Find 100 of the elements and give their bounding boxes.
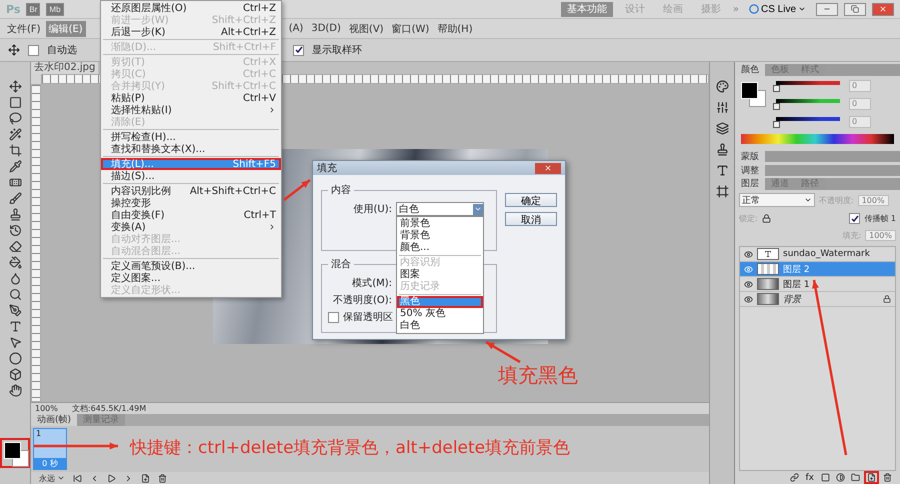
- lock-icon[interactable]: [762, 214, 771, 223]
- panel-tab[interactable]: 图层: [735, 178, 765, 190]
- menu-item[interactable]: 视图(V): [346, 20, 387, 36]
- app-launcher-button[interactable]: Mb: [46, 2, 64, 16]
- menu-item[interactable]: 拼写检查(H)...: [101, 131, 281, 143]
- color-slider[interactable]: [773, 80, 843, 92]
- menu-item[interactable]: 帮助(H): [434, 20, 476, 36]
- dialog-button[interactable]: 取消: [505, 212, 557, 226]
- propagate-checkbox[interactable]: [849, 213, 860, 224]
- color-slider[interactable]: [773, 98, 843, 110]
- eye-icon[interactable]: [744, 280, 753, 288]
- dialog-button[interactable]: 确定: [505, 193, 557, 207]
- dropdown-option[interactable]: 白色: [397, 320, 483, 332]
- color-swatch[interactable]: [2, 440, 28, 466]
- app-launcher-button[interactable]: Br: [26, 2, 40, 16]
- dropdown-option[interactable]: 图案: [397, 269, 483, 281]
- lasso-tool-icon[interactable]: [8, 112, 22, 125]
- animation-frame[interactable]: 1 0 秒: [33, 428, 67, 470]
- menu-item[interactable]: 自由变换(F) Ctrl+T: [101, 209, 281, 221]
- crop-tool-icon[interactable]: [8, 144, 22, 157]
- show-ring-checkbox[interactable]: [293, 44, 304, 56]
- folder-icon[interactable]: [851, 473, 860, 482]
- layer-row[interactable]: 图层 1: [740, 277, 895, 292]
- use-dropdown[interactable]: 白色: [396, 202, 484, 216]
- ellipse-tool-icon[interactable]: [8, 352, 22, 365]
- panel-tab[interactable]: 颜色: [735, 64, 765, 76]
- menu-item[interactable]: 后退一步(K) Alt+Ctrl+Z: [101, 26, 281, 38]
- eye-icon[interactable]: [744, 294, 753, 304]
- menu-item[interactable]: 变换(A): [101, 221, 281, 233]
- fill-field[interactable]: 100%: [865, 230, 896, 241]
- character-icon[interactable]: [716, 164, 728, 177]
- bandage-tool-icon[interactable]: [8, 176, 22, 189]
- menu-item[interactable]: 内容识别比例 Alt+Shift+Ctrl+C: [101, 185, 281, 197]
- menu-item[interactable]: 粘贴(P) Ctrl+V: [101, 92, 281, 104]
- sliders-icon[interactable]: [716, 101, 728, 114]
- droplet-tool-icon[interactable]: [8, 272, 22, 285]
- menu-item[interactable]: 查找和替换文本(X)...: [101, 143, 281, 155]
- stamp-icon[interactable]: [716, 143, 728, 156]
- zoom-tool-icon[interactable]: [8, 288, 22, 301]
- eyedropper-tool-icon[interactable]: [8, 160, 22, 173]
- type-tool-icon[interactable]: [8, 320, 22, 333]
- eye-icon[interactable]: [744, 250, 753, 258]
- menu-item[interactable]: 文件(F): [4, 20, 44, 36]
- mask-icon[interactable]: [821, 473, 830, 482]
- new-frame-icon[interactable]: [141, 474, 150, 482]
- dropdown-option[interactable]: 背景色: [397, 230, 483, 242]
- delete-icon[interactable]: [158, 474, 167, 482]
- panel-tab[interactable]: 蒙版: [735, 151, 765, 162]
- restore-button[interactable]: [844, 2, 866, 16]
- 3d-tool-icon[interactable]: [8, 368, 22, 381]
- play-icon[interactable]: [107, 474, 116, 482]
- new-layer-button[interactable]: [866, 473, 877, 482]
- dropdown-option[interactable]: 50% 灰色: [397, 308, 483, 320]
- loop-dropdown[interactable]: 永远: [39, 472, 65, 484]
- pen-tool-icon[interactable]: [8, 304, 22, 317]
- opacity-field[interactable]: 100%: [858, 194, 889, 206]
- close-button[interactable]: [535, 162, 561, 174]
- eraser-tool-icon[interactable]: [8, 240, 22, 253]
- marquee-tool-icon[interactable]: [8, 96, 22, 109]
- previous-frame-icon[interactable]: [90, 474, 99, 482]
- preserve-checkbox[interactable]: [328, 312, 339, 322]
- stamp-tool-icon[interactable]: [8, 208, 22, 221]
- auto-select-checkbox[interactable]: [28, 44, 39, 56]
- layers-icon[interactable]: [716, 122, 728, 135]
- wand-tool-icon[interactable]: [8, 128, 22, 141]
- menu-item[interactable]: 选择性粘贴(I): [101, 104, 281, 116]
- pointer-tool-icon[interactable]: [8, 336, 22, 349]
- minimize-button[interactable]: [816, 2, 838, 16]
- menu-item[interactable]: 操控变形: [101, 197, 281, 209]
- adjustment-icon[interactable]: [836, 473, 845, 482]
- menu-item[interactable]: (A): [286, 22, 306, 35]
- palette-icon[interactable]: [716, 80, 728, 93]
- menu-item[interactable]: 定义画笔预设(B)...: [101, 260, 281, 272]
- move-tool-icon[interactable]: [8, 80, 22, 93]
- menu-item[interactable]: 还原图层属性(O) Ctrl+Z: [101, 2, 281, 14]
- paragraph-icon[interactable]: [716, 185, 728, 198]
- first-frame-icon[interactable]: [73, 474, 82, 482]
- history-brush-tool-icon[interactable]: [8, 224, 22, 237]
- layer-row[interactable]: 背景: [740, 292, 895, 307]
- next-frame-icon[interactable]: [124, 474, 133, 482]
- brush-tool-icon[interactable]: [8, 192, 22, 205]
- blend-mode-dropdown[interactable]: 正常: [739, 193, 815, 207]
- link-icon[interactable]: [790, 473, 798, 482]
- color-slider[interactable]: [773, 116, 843, 128]
- close-button[interactable]: [872, 2, 894, 16]
- document-tab[interactable]: 去水印02.jpg: [31, 62, 98, 74]
- menu-item[interactable]: 定义图案...: [101, 272, 281, 284]
- trash-icon[interactable]: [883, 473, 892, 482]
- color-spectrum[interactable]: [741, 134, 894, 144]
- fx-button[interactable]: fx: [804, 472, 815, 482]
- dropdown-option[interactable]: 颜色...: [397, 242, 483, 254]
- paint-bucket-tool-icon[interactable]: [8, 256, 22, 269]
- cs-live-button[interactable]: CS Live: [744, 4, 810, 14]
- hand-tool-icon[interactable]: [8, 384, 22, 397]
- menu-item[interactable]: 3D(D): [308, 22, 344, 35]
- menu-item[interactable]: 窗口(W): [388, 20, 432, 36]
- color-swatch[interactable]: [739, 80, 767, 108]
- panel-tab[interactable]: 调整: [735, 165, 765, 176]
- panel-tab[interactable]: 动画(帧): [31, 414, 78, 426]
- menu-item[interactable]: 描边(S)...: [101, 170, 281, 182]
